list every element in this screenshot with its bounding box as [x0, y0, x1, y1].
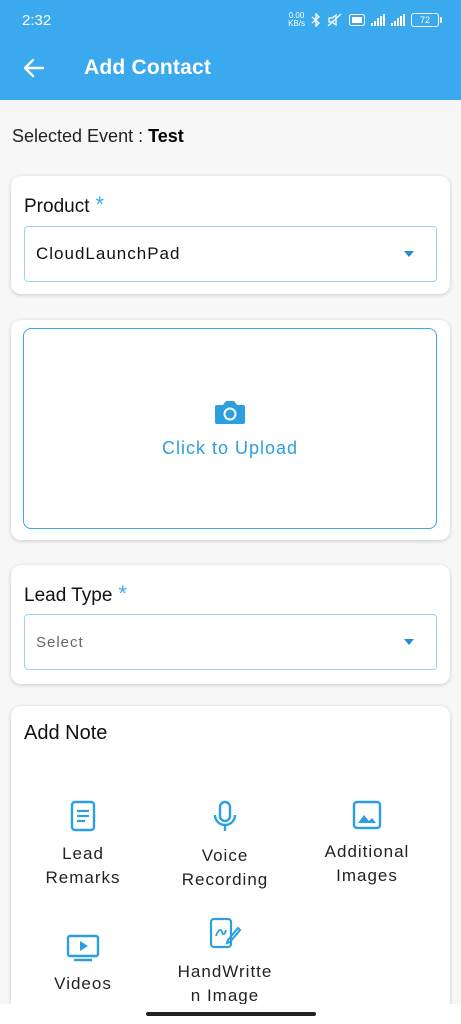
video-icon: [66, 934, 100, 962]
upload-card: Click to Upload: [11, 320, 450, 540]
lead-type-placeholder: Select: [36, 633, 84, 651]
app-bar: 2:32 0.00 KB/s 72 Add Contact: [0, 0, 461, 100]
upload-area[interactable]: Click to Upload: [23, 328, 437, 529]
lead-type-card: Lead Type * Select: [11, 565, 450, 684]
note-option-additional-images[interactable]: Additional Images: [297, 800, 437, 888]
signal-icon: [391, 14, 405, 26]
note-option-handwritten-image[interactable]: HandWritte n Image: [155, 916, 295, 1008]
mute-icon: [327, 13, 343, 27]
network-speed: 0.00 KB/s: [288, 11, 305, 28]
battery-icon: 72: [411, 13, 442, 27]
note-icon: [70, 800, 96, 832]
arrow-left-icon: [23, 58, 45, 78]
product-value: CloudLaunchPad: [36, 244, 181, 263]
selected-event-label: Selected Event :: [12, 126, 149, 146]
bluetooth-icon: [311, 13, 321, 27]
product-label: Product *: [24, 192, 105, 217]
selected-event: Selected Event : Test: [12, 126, 184, 147]
required-marker: *: [95, 192, 105, 217]
note-option-label: Lead Remarks: [45, 844, 121, 887]
note-option-label: Voice Recording: [181, 846, 269, 889]
caret-down-icon: [404, 251, 414, 257]
volte-icon: [349, 14, 365, 26]
caret-down-icon: [404, 639, 414, 645]
product-dropdown[interactable]: CloudLaunchPad: [24, 226, 437, 282]
note-option-voice-recording[interactable]: Voice Recording: [155, 800, 295, 892]
toolbar: Add Contact: [0, 44, 461, 92]
microphone-icon: [213, 800, 237, 831]
note-option-lead-remarks[interactable]: Lead Remarks: [13, 800, 153, 890]
status-bar: 2:32 0.00 KB/s 72: [0, 0, 461, 40]
handwriting-icon: [209, 917, 242, 949]
note-option-label: HandWritte n Image: [177, 962, 273, 1005]
note-option-label: Videos: [54, 974, 112, 993]
camera-icon: [215, 401, 245, 424]
lead-type-label: Lead Type *: [24, 581, 127, 606]
status-icons: 0.00 KB/s 72: [288, 11, 442, 28]
page-title: Add Contact: [84, 56, 212, 79]
signal-5g-icon: [371, 14, 385, 26]
note-option-label: Additional Images: [324, 842, 410, 885]
home-indicator[interactable]: [146, 1012, 316, 1016]
add-note-title: Add Note: [24, 722, 108, 744]
lead-type-dropdown[interactable]: Select: [24, 614, 437, 670]
product-card: Product * CloudLaunchPad: [11, 176, 450, 294]
selected-event-value: Test: [148, 126, 184, 146]
upload-label: Click to Upload: [161, 438, 299, 458]
note-option-videos[interactable]: Videos: [13, 934, 153, 996]
required-marker: *: [118, 581, 127, 606]
status-time: 2:32: [22, 11, 52, 29]
add-note-card: Add Note Lead Remarks Voice Recording Ad…: [11, 706, 450, 1024]
image-icon: [352, 800, 382, 830]
back-button[interactable]: [16, 50, 52, 86]
